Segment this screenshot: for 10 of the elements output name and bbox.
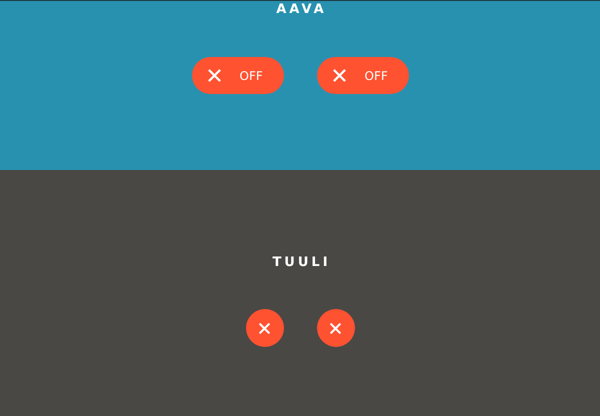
toggle-switch[interactable]: OFF xyxy=(192,57,284,94)
toggle-switch[interactable]: OFF xyxy=(316,57,408,94)
close-icon xyxy=(329,322,342,334)
close-icon xyxy=(258,322,271,334)
section-title: AAVA xyxy=(275,2,327,17)
toggle-switch[interactable] xyxy=(246,309,284,347)
close-icon xyxy=(332,68,346,83)
section-title: TUULI xyxy=(271,255,331,270)
close-icon xyxy=(206,68,222,83)
toggle-switch[interactable] xyxy=(316,309,354,347)
